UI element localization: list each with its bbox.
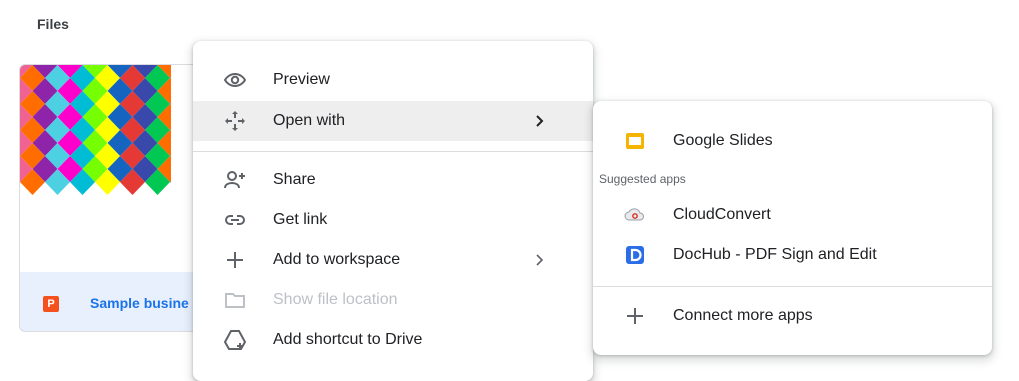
plus-icon xyxy=(227,252,243,268)
menu-item-open-with[interactable]: Open with xyxy=(193,101,593,141)
person-add-icon xyxy=(224,171,245,189)
link-icon xyxy=(225,215,245,225)
google-slides-icon xyxy=(626,133,644,149)
open-with-submenu: Google Slides Suggested apps CloudConver… xyxy=(593,101,992,355)
drive-shortcut-icon xyxy=(223,330,247,350)
submenu-item-label: Connect more apps xyxy=(673,307,813,324)
submenu-item-label: Google Slides xyxy=(673,132,773,149)
chevron-right-icon xyxy=(536,254,544,266)
submenu-item-cloudconvert[interactable]: CloudConvert xyxy=(593,195,992,235)
submenu-item-connect-more-apps[interactable]: Connect more apps xyxy=(593,296,992,336)
menu-item-label: Open with xyxy=(273,112,346,129)
context-menu: Preview Open with Share Get link Add to … xyxy=(193,41,593,381)
submenu-item-google-slides[interactable]: Google Slides xyxy=(593,121,992,161)
menu-item-label: Preview xyxy=(273,71,330,88)
menu-divider xyxy=(193,151,593,152)
file-card[interactable]: P Sample busine xyxy=(19,64,221,332)
section-title: Files xyxy=(37,16,69,32)
submenu-item-label: CloudConvert xyxy=(673,206,771,223)
menu-item-label: Add to workspace xyxy=(273,251,401,268)
presentation-icon: P xyxy=(43,296,59,312)
eye-icon xyxy=(223,72,247,88)
menu-item-get-link[interactable]: Get link xyxy=(193,200,593,240)
menu-item-preview[interactable]: Preview xyxy=(193,60,593,100)
menu-item-show-file-location: Show file location xyxy=(193,280,593,320)
plus-icon xyxy=(627,308,643,324)
file-footer[interactable]: P Sample busine xyxy=(20,272,220,331)
cloudconvert-icon xyxy=(624,208,644,221)
move-arrows-icon xyxy=(225,111,245,131)
file-thumbnail[interactable] xyxy=(20,65,220,272)
folder-icon xyxy=(225,293,245,308)
dochub-icon xyxy=(626,246,644,264)
submenu-item-label: DocHub - PDF Sign and Edit xyxy=(673,246,877,263)
file-name[interactable]: Sample busine xyxy=(90,295,189,311)
menu-item-label: Show file location xyxy=(273,291,398,308)
menu-item-add-shortcut[interactable]: Add shortcut to Drive xyxy=(193,320,593,360)
menu-item-label: Share xyxy=(273,171,316,188)
thumbnail-pattern xyxy=(20,65,171,272)
menu-item-label: Get link xyxy=(273,211,328,228)
menu-item-share[interactable]: Share xyxy=(193,160,593,200)
submenu-item-dochub[interactable]: DocHub - PDF Sign and Edit xyxy=(593,235,992,275)
menu-item-label: Add shortcut to Drive xyxy=(273,331,423,348)
chevron-right-icon xyxy=(536,115,544,127)
submenu-divider xyxy=(593,286,992,287)
menu-item-add-to-workspace[interactable]: Add to workspace xyxy=(193,240,593,280)
suggested-apps-heading: Suggested apps xyxy=(599,172,686,186)
